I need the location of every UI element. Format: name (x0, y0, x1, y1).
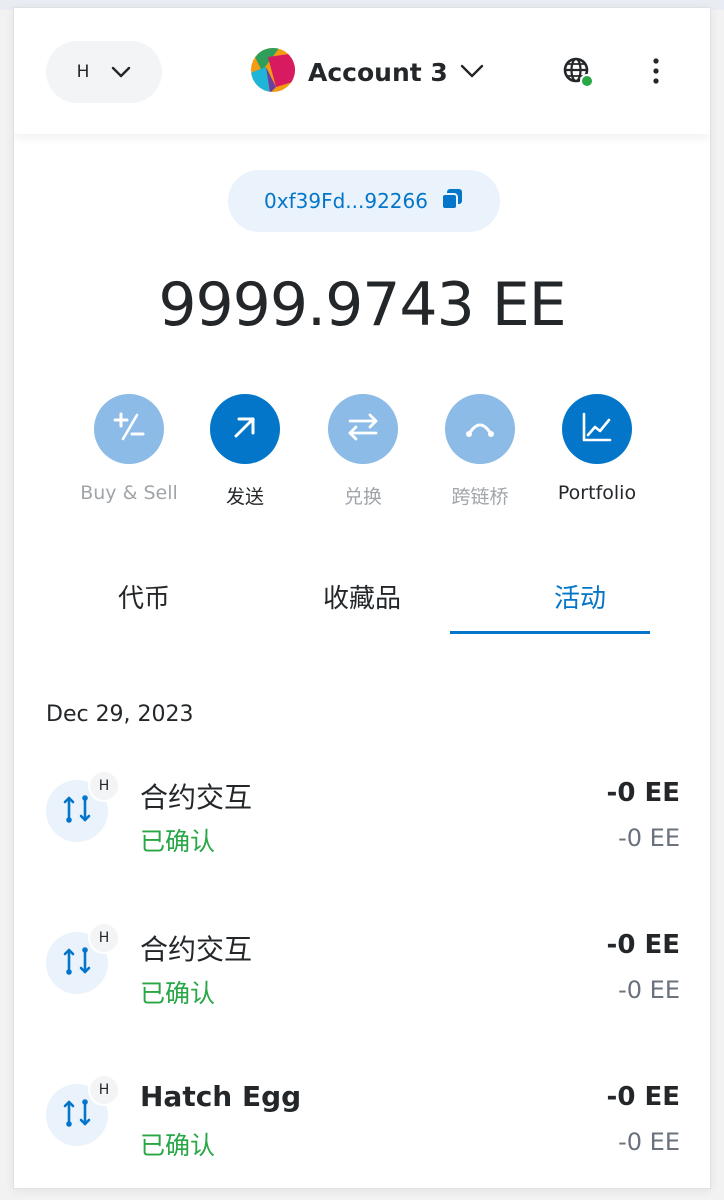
contract-interaction-icon (60, 792, 94, 830)
tab-activity[interactable]: 活动 (480, 574, 680, 636)
network-picker-button[interactable]: H (46, 41, 162, 103)
activity-secondary-amount: -0 EE (618, 824, 680, 852)
activity-title: 合约交互 (140, 781, 253, 814)
activity-title: 合约交互 (140, 933, 253, 966)
wallet-popup: H Account 3 0xf39Fd...92266 9999.9743 EE… (14, 8, 710, 1188)
portfolio-circle (562, 394, 632, 464)
network-label: H (76, 62, 90, 82)
arrow-up-right-icon (229, 411, 261, 447)
contract-interaction-icon (60, 1096, 94, 1134)
activity-status: 已确认 (140, 979, 216, 1008)
account-menu-button[interactable]: Account 3 (250, 48, 484, 96)
account-name: Account 3 (308, 57, 448, 87)
send-circle (210, 394, 280, 464)
bridge-button[interactable]: 跨链桥 (425, 394, 535, 509)
account-avatar-icon (250, 47, 296, 97)
wallet-actions: Buy & Sell 发送 兑换 跨链桥 Portfolio (74, 394, 674, 524)
chart-icon (579, 409, 615, 449)
more-vertical-icon (642, 58, 670, 94)
activity-status: 已确认 (140, 1131, 216, 1160)
balance-display: 9999.9743 EE (14, 270, 710, 340)
activity-amount: -0 EE (606, 930, 680, 960)
network-badge: H (88, 1074, 120, 1106)
activity-date-header: Dec 29, 2023 (46, 702, 194, 727)
buy-sell-circle (94, 394, 164, 464)
account-options-button[interactable] (642, 54, 670, 90)
send-button[interactable]: 发送 (190, 394, 300, 509)
swap-button[interactable]: 兑换 (308, 394, 418, 509)
chevron-down-icon (111, 63, 131, 82)
tab-collectibles[interactable]: 收藏品 (262, 574, 462, 636)
network-badge: H (88, 922, 120, 954)
send-label: 发送 (225, 486, 264, 508)
copy-icon (440, 187, 464, 215)
activity-secondary-amount: -0 EE (618, 976, 680, 1004)
browser-viewport: H Account 3 0xf39Fd...92266 9999.9743 EE… (0, 0, 724, 1200)
activity-status: 已确认 (140, 827, 216, 856)
bridge-label: 跨链桥 (451, 486, 509, 508)
activity-amount: -0 EE (606, 1082, 680, 1112)
balance-amount: 9999.9743 (158, 270, 474, 340)
copy-address-button[interactable]: 0xf39Fd...92266 (228, 170, 500, 232)
plus-minus-icon (111, 409, 147, 449)
activity-item[interactable]: H 合约交互 已确认 -0 EE -0 EE (14, 922, 710, 1036)
contract-interaction-icon (60, 944, 94, 982)
bridge-circle (445, 394, 515, 464)
portfolio-button[interactable]: Portfolio (542, 394, 652, 504)
connected-sites-button[interactable] (562, 56, 596, 90)
globe-icon (562, 57, 596, 94)
portfolio-label: Portfolio (557, 482, 637, 504)
activity-amount: -0 EE (606, 778, 680, 808)
tab-tokens[interactable]: 代币 (44, 574, 244, 636)
buy-sell-label: Buy & Sell (80, 482, 178, 504)
account-address: 0xf39Fd...92266 (264, 189, 428, 213)
activity-title: Hatch Egg (140, 1080, 302, 1113)
balance-unit: EE (491, 270, 567, 340)
activity-secondary-amount: -0 EE (618, 1128, 680, 1156)
asset-tabs: 代币 收藏品 活动 (44, 574, 684, 636)
active-tab-indicator (450, 631, 650, 634)
activity-item[interactable]: H Hatch Egg 已确认 -0 EE -0 EE (14, 1074, 710, 1188)
swap-circle (328, 394, 398, 464)
activity-item[interactable]: H 合约交互 已确认 -0 EE -0 EE (14, 770, 710, 884)
wallet-header: H Account 3 (14, 8, 710, 134)
network-badge: H (88, 770, 120, 802)
chevron-down-icon (460, 63, 484, 82)
bridge-icon (462, 409, 498, 449)
swap-label: 兑换 (343, 486, 382, 508)
swap-arrows-icon (345, 409, 381, 449)
buy-sell-button[interactable]: Buy & Sell (74, 394, 184, 504)
